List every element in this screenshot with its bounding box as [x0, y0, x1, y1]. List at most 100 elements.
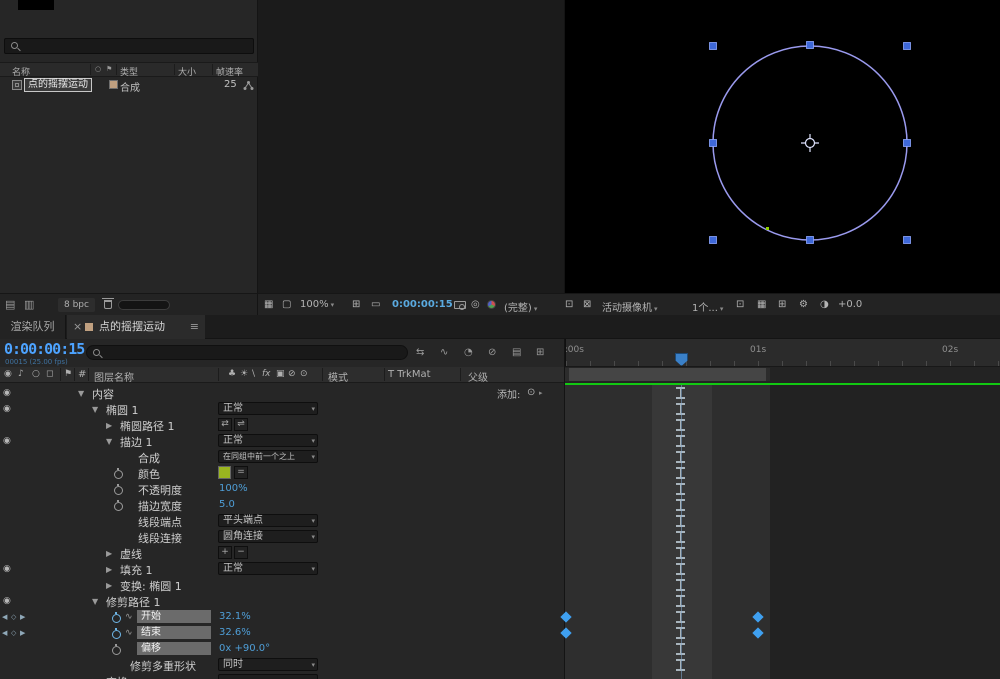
project-footer-slider[interactable]	[118, 300, 170, 310]
eye-icon[interactable]: ◉	[3, 564, 11, 574]
add-icon[interactable]: ⊙	[527, 387, 535, 398]
property-value[interactable]: 32.6%	[219, 627, 251, 638]
row-color[interactable]: 颜色 =	[0, 465, 1000, 481]
trim-multiple-dropdown[interactable]: 同时▾	[218, 658, 318, 671]
grid-guides-icon[interactable]: ⊞	[352, 299, 360, 310]
solo-column-icon[interactable]: ○	[32, 369, 40, 379]
prev-keyframe-icon[interactable]: ◀	[2, 613, 7, 621]
composition-viewer[interactable]	[565, 0, 1000, 293]
draft-3d-icon[interactable]: ∿	[440, 347, 448, 358]
property-label[interactable]: 合成	[138, 450, 160, 466]
row-line-join[interactable]: 线段连接 圆角连接▾	[0, 529, 1000, 545]
row-ellipse-group[interactable]: ◉ ▼ 椭圆 1 正常▾	[0, 401, 1000, 417]
property-value[interactable]: 5.0	[219, 499, 235, 510]
twirl-closed-icon[interactable]: ▶	[106, 549, 112, 558]
keyframe-diamond[interactable]	[752, 627, 763, 638]
graph-include-icon[interactable]: ∿	[125, 612, 133, 622]
composite-dropdown[interactable]: 在同组中前一个之上▾	[218, 450, 318, 463]
prev-keyframe-icon[interactable]: ◀	[2, 629, 7, 637]
time-ruler[interactable]: 0:00s 01s 02s	[565, 339, 1000, 367]
fast-previews-icon[interactable]: ⊡	[736, 299, 744, 310]
stopwatch-icon-active[interactable]	[112, 612, 121, 622]
row-transform-partial[interactable]: ▶ 变换	[0, 673, 1000, 679]
frame-blend-switch-icon[interactable]: ▣	[276, 369, 285, 379]
twirl-open-icon[interactable]: ▼	[92, 597, 98, 606]
twirl-closed-icon[interactable]: ▶	[106, 421, 112, 430]
project-flowchart-icon[interactable]: ▤	[5, 299, 15, 310]
eye-icon[interactable]: ◉	[3, 436, 11, 446]
channels-icon[interactable]	[487, 300, 496, 309]
label-color-column-icon[interactable]: ○	[95, 65, 101, 73]
property-label[interactable]: 描边宽度	[138, 498, 182, 514]
stopwatch-icon[interactable]	[114, 468, 123, 478]
exposure-icon[interactable]: ◑	[820, 299, 829, 310]
row-fill-group[interactable]: ◉ ▶ 填充 1 正常▾	[0, 561, 1000, 577]
new-folder-icon[interactable]: ▥	[24, 299, 34, 310]
property-label-selected[interactable]: 偏移	[137, 642, 211, 655]
property-label[interactable]: 修剪路径 1	[106, 594, 161, 610]
3d-switch-icon[interactable]: ⊙	[300, 369, 308, 379]
column-framerate[interactable]: 帧速率	[216, 65, 243, 78]
next-keyframe-icon[interactable]: ▶	[20, 629, 25, 637]
property-value[interactable]: 0x +90.0°	[219, 643, 270, 654]
row-opacity[interactable]: 不透明度 100%	[0, 481, 1000, 497]
property-value[interactable]: 100%	[219, 483, 248, 494]
eye-column-icon[interactable]: ◉	[4, 369, 12, 379]
property-label[interactable]: 椭圆 1	[106, 402, 139, 418]
keyframe-diamond[interactable]	[560, 611, 571, 622]
next-keyframe-icon[interactable]: ▶	[20, 613, 25, 621]
row-trim-paths[interactable]: ◉ ▼ 修剪路径 1	[0, 593, 1000, 609]
stopwatch-icon[interactable]	[114, 484, 123, 494]
stopwatch-icon[interactable]	[114, 500, 123, 510]
magnification-dropdown[interactable]: 100%▾	[300, 299, 334, 310]
view-layout-dropdown[interactable]: 1个...▾	[692, 299, 723, 314]
region-of-interest-icon[interactable]: ⊡	[565, 299, 573, 310]
layer-name-column[interactable]: 图层名称	[94, 369, 134, 384]
collapse-switch-icon[interactable]: ☀	[240, 369, 248, 379]
property-label[interactable]: 内容	[92, 386, 114, 402]
row-trim-offset[interactable]: 偏移 0x +90.0°	[0, 641, 1000, 657]
row-trim-start[interactable]: ◀ ◇ ▶ ∿ 开始 32.1%	[0, 609, 1000, 625]
remove-dash-icon[interactable]: −	[234, 546, 248, 559]
twirl-open-icon[interactable]: ▼	[106, 437, 112, 446]
property-label[interactable]: 变换	[106, 674, 128, 679]
row-transform-ellipse[interactable]: ▶ 变换: 椭圆 1	[0, 577, 1000, 593]
resolution-dropdown[interactable]: (完整)▾	[504, 299, 537, 314]
camera-view-dropdown[interactable]: 活动摄像机▾	[602, 299, 658, 314]
twirl-closed-icon[interactable]: ▶	[106, 565, 112, 574]
primary-viewer-icon[interactable]: ▢	[282, 299, 291, 310]
add-dash-icon[interactable]: +	[218, 546, 232, 559]
blend-mode-dropdown[interactable]: 正常▾	[218, 562, 318, 575]
keyframe-diamond[interactable]	[752, 611, 763, 622]
trash-icon[interactable]	[104, 300, 112, 309]
number-column-icon[interactable]: #	[78, 369, 86, 380]
mask-visibility-icon[interactable]: ▭	[371, 299, 380, 310]
parent-column[interactable]: 父级	[468, 369, 488, 384]
viewer-timecode[interactable]: 0:00:00:15	[392, 299, 453, 310]
dropdown-partial[interactable]	[218, 674, 318, 679]
path-direction-icon[interactable]: ⇄	[218, 418, 232, 431]
property-label-selected[interactable]: 结束	[137, 626, 211, 639]
project-item-name[interactable]: 点的摇摆运动	[24, 78, 92, 92]
property-label-selected[interactable]: 开始	[137, 610, 211, 623]
blend-mode-dropdown[interactable]: 正常▾	[218, 402, 318, 415]
twirl-open-icon[interactable]: ▼	[92, 405, 98, 414]
row-contents[interactable]: ◉ ▼ 内容 添加: ⊙ ▸	[0, 385, 1000, 401]
motion-blur-icon[interactable]: ▤	[512, 347, 521, 358]
keyframe-toggle-icon[interactable]: ◇	[11, 613, 16, 621]
row-composite[interactable]: 合成 在同组中前一个之上▾	[0, 449, 1000, 465]
timeline-button-icon[interactable]: ▦	[757, 299, 766, 310]
graph-include-icon[interactable]: ∿	[125, 628, 133, 638]
current-timecode[interactable]: 0:00:00:15	[4, 340, 84, 358]
frame-blending-icon[interactable]: ⊘	[488, 347, 496, 358]
snapshot-icon[interactable]	[454, 301, 466, 309]
property-label[interactable]: 线段连接	[138, 530, 182, 546]
audio-column-icon[interactable]: ♪	[18, 369, 24, 379]
flag-column-icon[interactable]: ⚑	[106, 65, 112, 73]
stopwatch-icon[interactable]	[112, 644, 121, 654]
row-dashes[interactable]: ▶ 虚线 + −	[0, 545, 1000, 561]
quality-switch-icon[interactable]: \	[252, 369, 255, 379]
settings-gear-icon[interactable]: ⚙	[799, 299, 808, 310]
eye-icon[interactable]: ◉	[3, 596, 11, 606]
stopwatch-icon-active[interactable]	[112, 628, 121, 638]
